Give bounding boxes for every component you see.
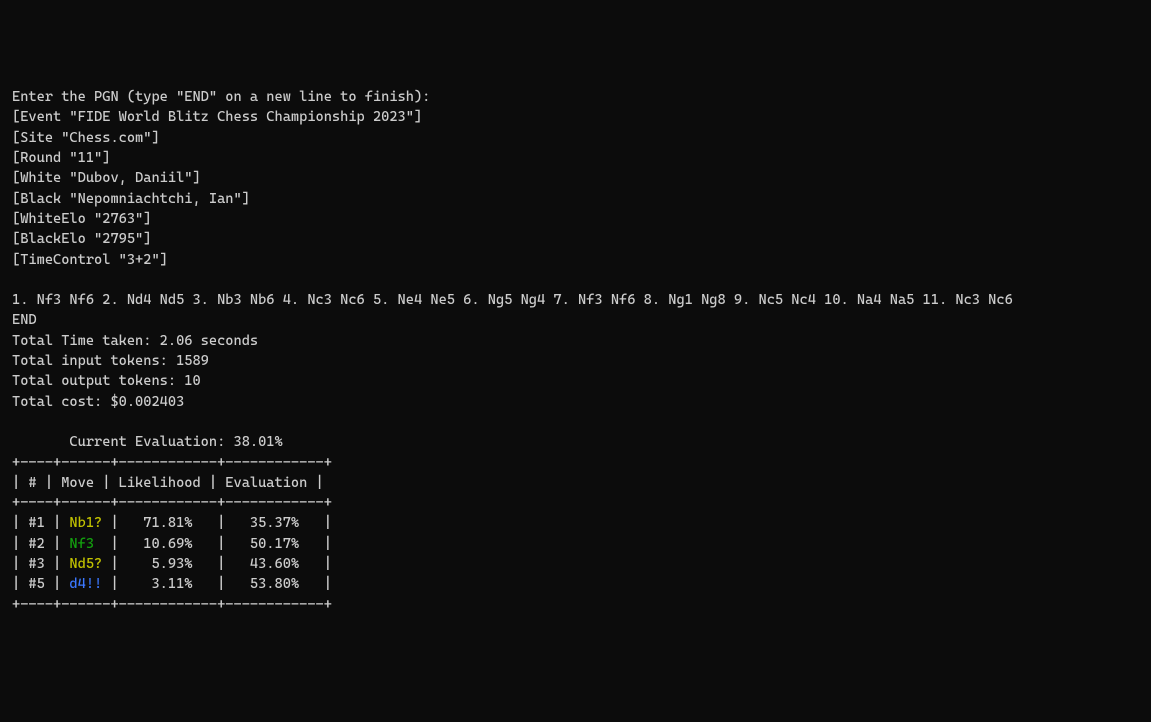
pgn-header: [BlackElo "2795"] <box>12 231 151 247</box>
cell-evaluation: 50.17% <box>225 534 323 554</box>
terminal-output[interactable]: Enter the PGN (type "END" on a new line … <box>12 87 1139 615</box>
table-border: +----+------+------------+------------+ <box>12 495 332 511</box>
cell-move: Nd5? <box>61 554 110 574</box>
cell-rank: #2 <box>20 534 53 554</box>
col-evaluation: Evaluation <box>217 473 315 493</box>
cell-evaluation: 35.37% <box>225 513 323 533</box>
pgn-moves: 1. Nf3 Nf6 2. Nd4 Nd5 3. Nb3 Nb6 4. Nc3 … <box>12 292 1013 308</box>
col-rank: # <box>20 473 45 493</box>
stats-time: Total Time taken: 2.06 seconds <box>12 333 258 349</box>
cell-rank: #3 <box>20 554 53 574</box>
cell-evaluation: 53.80% <box>225 574 323 594</box>
table-row: | #2 | Nf3 | 10.69% | 50.17% | <box>12 536 332 552</box>
cell-move: d4!! <box>61 574 110 594</box>
stats-input-tokens: Total input tokens: 1589 <box>12 353 209 369</box>
pgn-header: [Event "FIDE World Blitz Chess Champions… <box>12 109 422 125</box>
col-move: Move <box>53 473 102 493</box>
cell-rank: #5 <box>20 574 53 594</box>
cell-evaluation: 43.60% <box>225 554 323 574</box>
table-row: | #5 | d4!! | 3.11% | 53.80% | <box>12 576 332 592</box>
pgn-prompt: Enter the PGN (type "END" on a new line … <box>12 89 430 105</box>
stats-cost: Total cost: $0.002403 <box>12 394 184 410</box>
current-evaluation: Current Evaluation: 38.01% <box>12 434 283 450</box>
cell-move: Nf3 <box>61 534 110 554</box>
table-border: +----+------+------------+------------+ <box>12 597 332 613</box>
table-row: | #3 | Nd5? | 5.93% | 43.60% | <box>12 556 332 572</box>
cell-likelihood: 3.11% <box>119 574 217 594</box>
pgn-header: [WhiteElo "2763"] <box>12 211 151 227</box>
table-head-row: | # | Move | Likelihood | Evaluation | <box>12 475 324 491</box>
cell-likelihood: 71.81% <box>119 513 217 533</box>
pgn-header: [White "Dubov, Daniil"] <box>12 170 201 186</box>
pgn-header: [Round "11"] <box>12 150 110 166</box>
table-border: +----+------+------------+------------+ <box>12 455 332 471</box>
stats-output-tokens: Total output tokens: 10 <box>12 373 201 389</box>
cell-move: Nb1? <box>61 513 110 533</box>
col-likelihood: Likelihood <box>110 473 208 493</box>
cell-rank: #1 <box>20 513 53 533</box>
pgn-end: END <box>12 312 37 328</box>
cell-likelihood: 10.69% <box>119 534 217 554</box>
cell-likelihood: 5.93% <box>119 554 217 574</box>
table-row: | #1 | Nb1? | 71.81% | 35.37% | <box>12 515 332 531</box>
pgn-header: [Site "Chess.com"] <box>12 130 160 146</box>
pgn-header: [Black "Nepomniachtchi, Ian"] <box>12 191 250 207</box>
pgn-header: [TimeControl "3+2"] <box>12 252 168 268</box>
